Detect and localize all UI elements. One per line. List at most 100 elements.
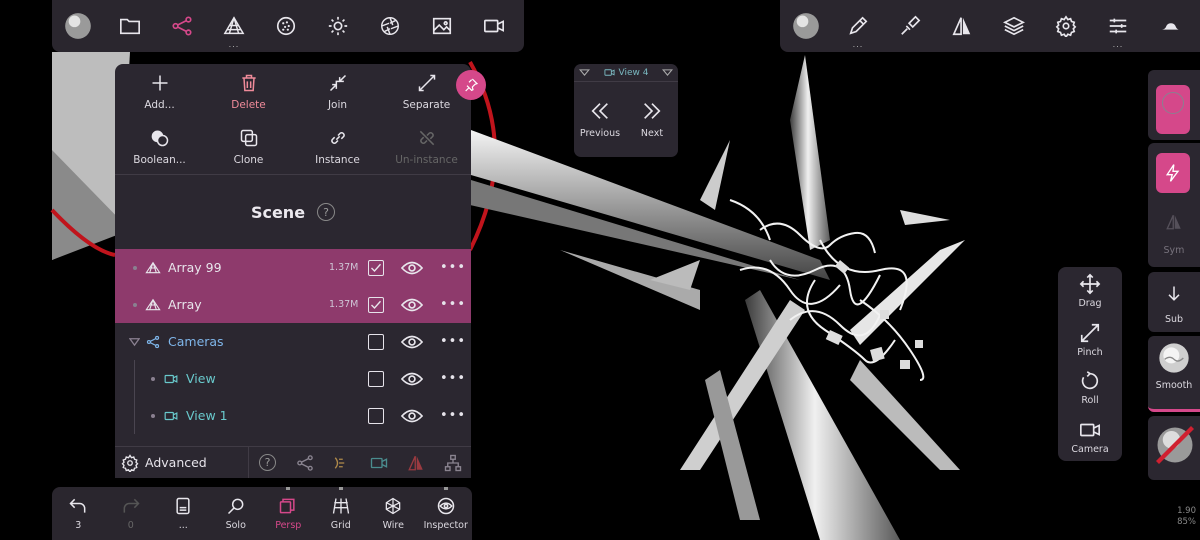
camera-gizmo-button[interactable]: Camera	[1058, 413, 1122, 462]
drag-button[interactable]: Drag	[1058, 267, 1122, 316]
sun-icon	[328, 16, 348, 36]
hierarchy-button[interactable]	[434, 447, 471, 479]
background-button[interactable]	[416, 0, 468, 52]
collapse-triangle-icon[interactable]	[129, 336, 140, 347]
notes-button[interactable]: ...	[157, 487, 210, 540]
un-instance-label: Un-instance	[395, 153, 458, 166]
row-more-button[interactable]: •••	[440, 297, 466, 312]
row-label: Array 99	[168, 260, 222, 275]
filter-symmetry-button[interactable]	[397, 447, 434, 479]
un-instance-button[interactable]: Un-instance	[382, 119, 471, 174]
symmetry-button[interactable]	[936, 0, 988, 52]
undo-button[interactable]: 3	[52, 487, 105, 540]
topology-button[interactable]: ...	[208, 0, 260, 52]
help-button[interactable]: ?	[249, 447, 286, 479]
camera-lens-button[interactable]	[364, 0, 416, 52]
instance-button[interactable]: Instance	[293, 119, 382, 174]
advanced-button[interactable]: Advanced	[115, 447, 249, 478]
mask-disabled-icon	[1156, 426, 1194, 464]
scene-row-array-99[interactable]: Array 99 1.37M •••	[115, 249, 471, 286]
add-button[interactable]: Add...	[115, 64, 204, 119]
roll-button[interactable]: Roll	[1058, 364, 1122, 413]
row-more-button[interactable]: •••	[440, 334, 466, 349]
row-bullet	[133, 265, 137, 270]
pinch-icon	[1080, 323, 1100, 342]
help-icon[interactable]: ?	[317, 203, 336, 221]
fps-value: 1.90	[1177, 506, 1196, 516]
pinch-button[interactable]: Pinch	[1058, 316, 1122, 365]
double-chevron-left-icon	[591, 103, 608, 119]
inspector-eye-icon	[437, 497, 454, 515]
delete-button[interactable]: Delete	[204, 64, 293, 119]
notes-label: ...	[178, 520, 188, 531]
intensity-slider[interactable]: Sym	[1148, 143, 1200, 267]
scene-row-array[interactable]: Array 1.37M •••	[115, 286, 471, 323]
redo-button[interactable]: 0	[105, 487, 158, 540]
row-label: Array	[168, 297, 202, 312]
scene-row-view[interactable]: View •••	[115, 360, 471, 397]
sliders-button[interactable]: ...	[1092, 0, 1144, 52]
gear-icon	[1055, 15, 1077, 37]
visibility-eye-icon[interactable]	[401, 298, 423, 312]
next-view-button[interactable]: Next	[626, 82, 678, 157]
stroke-button[interactable]	[884, 0, 936, 52]
solo-button[interactable]: Solo	[210, 487, 263, 540]
layers-button[interactable]	[988, 0, 1040, 52]
scene-row-view-1[interactable]: View 1 •••	[115, 397, 471, 434]
row-checkbox[interactable]	[368, 259, 384, 276]
row-checkbox[interactable]	[368, 333, 384, 350]
light-button[interactable]	[312, 0, 364, 52]
wireframe-button[interactable]: Wire	[367, 487, 420, 540]
filter-scene-button[interactable]	[286, 447, 323, 479]
tick-mark	[443, 487, 448, 490]
row-checkbox[interactable]	[368, 407, 384, 424]
files-button[interactable]	[104, 0, 156, 52]
row-checkbox[interactable]	[368, 296, 384, 313]
previous-view-button[interactable]: Previous	[574, 82, 626, 157]
scene-button[interactable]	[156, 0, 208, 52]
visibility-eye-icon[interactable]	[401, 261, 423, 275]
folder-icon	[120, 18, 140, 35]
chevron-down-icon[interactable]	[579, 69, 590, 76]
material-button[interactable]	[260, 0, 312, 52]
perspective-icon	[280, 498, 295, 514]
perspective-button[interactable]: Persp	[262, 487, 315, 540]
camera-button[interactable]	[468, 0, 520, 52]
row-more-button[interactable]: •••	[440, 371, 466, 386]
filter-camera-button[interactable]	[360, 447, 397, 479]
row-checkbox[interactable]	[368, 370, 384, 387]
sub-button[interactable]: Sub	[1148, 272, 1200, 332]
mask-brush-button[interactable]	[1148, 416, 1200, 480]
filter-light-button[interactable]	[323, 447, 360, 479]
visibility-eye-icon[interactable]	[401, 372, 423, 386]
grid-button[interactable]: Grid	[315, 487, 368, 540]
brush-shape-button[interactable]	[1144, 0, 1196, 52]
stats-readout: 1.90 85%	[1160, 506, 1196, 528]
row-more-button[interactable]: •••	[440, 260, 466, 275]
visibility-eye-icon[interactable]	[401, 409, 423, 423]
clone-button[interactable]: Clone	[204, 119, 293, 174]
scene-row-cameras[interactable]: Cameras •••	[115, 323, 471, 360]
grid-label: Grid	[330, 520, 351, 531]
row-more-button[interactable]: •••	[440, 408, 466, 423]
wireframe-icon	[385, 497, 401, 515]
inspector-button[interactable]: Inspector	[420, 487, 473, 540]
solo-label: Solo	[225, 520, 246, 531]
smooth-button[interactable]: Smooth	[1148, 336, 1200, 412]
radius-slider[interactable]	[1148, 70, 1200, 140]
pin-button[interactable]	[456, 70, 486, 100]
scene-footer: Advanced ?	[115, 446, 471, 478]
chevron-down-icon[interactable]	[661, 69, 673, 76]
matcap-sphere-button[interactable]	[52, 0, 104, 52]
visibility-eye-icon[interactable]	[401, 335, 423, 349]
material-sphere-button[interactable]	[780, 0, 832, 52]
scene-title: Scene	[250, 202, 306, 222]
search-icon	[227, 498, 244, 515]
undo-count: 3	[75, 520, 82, 531]
join-button[interactable]: Join	[293, 64, 382, 119]
sym-label: Sym	[1163, 245, 1185, 256]
brush-button[interactable]: ...	[832, 0, 884, 52]
more-indicator: ...	[852, 40, 864, 49]
boolean-button[interactable]: Boolean...	[115, 119, 204, 174]
settings-button[interactable]	[1040, 0, 1092, 52]
